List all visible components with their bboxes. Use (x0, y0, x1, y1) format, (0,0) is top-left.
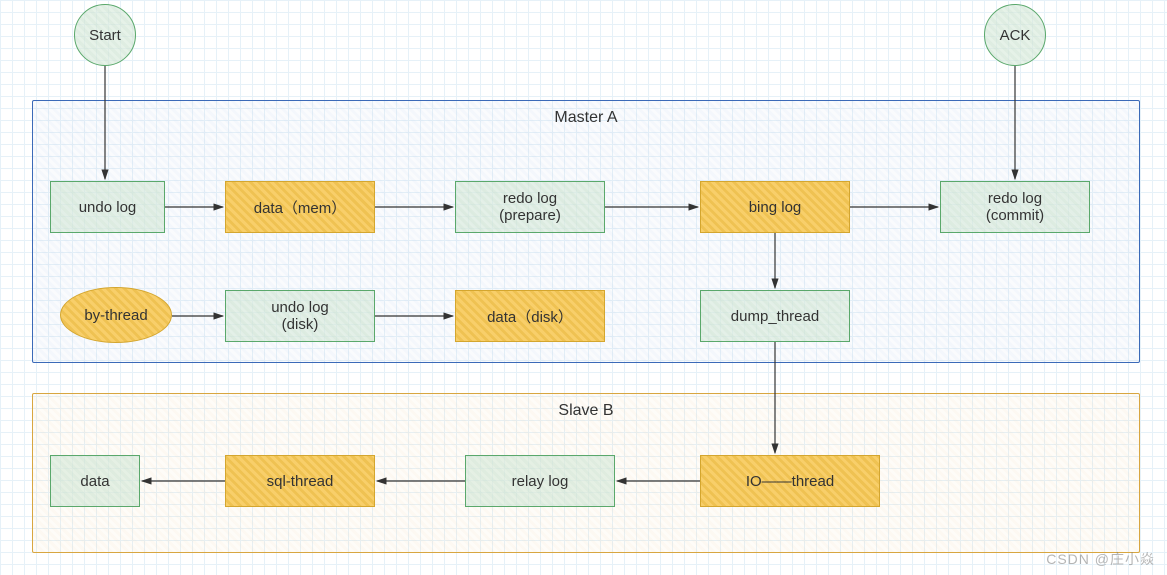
ack-label: ACK (1000, 27, 1031, 44)
start-label: Start (89, 27, 121, 44)
undo-log-label: undo log (79, 199, 137, 216)
data-mem: data（mem） (225, 181, 375, 233)
slave-data: data (50, 455, 140, 507)
sql-thread: sql-thread (225, 455, 375, 507)
relay-log: relay log (465, 455, 615, 507)
undo-disk: undo log (disk) (225, 290, 375, 342)
by-thread-label: by-thread (84, 307, 147, 324)
slave-data-label: data (80, 473, 109, 490)
undo-log: undo log (50, 181, 165, 233)
dump-thread: dump_thread (700, 290, 850, 342)
data-mem-label: data（mem） (254, 197, 347, 218)
data-disk-label: data（disk） (487, 306, 573, 327)
redo-prepare-label: redo log (prepare) (499, 190, 561, 224)
bing-log-label: bing log (749, 199, 802, 216)
dump-thread-label: dump_thread (731, 308, 819, 325)
sql-thread-label: sql-thread (267, 473, 334, 490)
redo-commit: redo log (commit) (940, 181, 1090, 233)
slave-title: Slave B (558, 402, 613, 420)
redo-prepare: redo log (prepare) (455, 181, 605, 233)
data-disk: data（disk） (455, 290, 605, 342)
io-thread: IO——thread (700, 455, 880, 507)
undo-disk-label: undo log (disk) (271, 299, 329, 333)
redo-commit-label: redo log (commit) (986, 190, 1044, 224)
ack-node: ACK (984, 4, 1046, 66)
by-thread: by-thread (60, 287, 172, 343)
relay-log-label: relay log (512, 473, 569, 490)
bing-log: bing log (700, 181, 850, 233)
start-node: Start (74, 4, 136, 66)
io-thread-label: IO——thread (746, 473, 834, 490)
watermark: CSDN @庄小焱 (1046, 549, 1155, 569)
master-title: Master A (554, 109, 617, 127)
